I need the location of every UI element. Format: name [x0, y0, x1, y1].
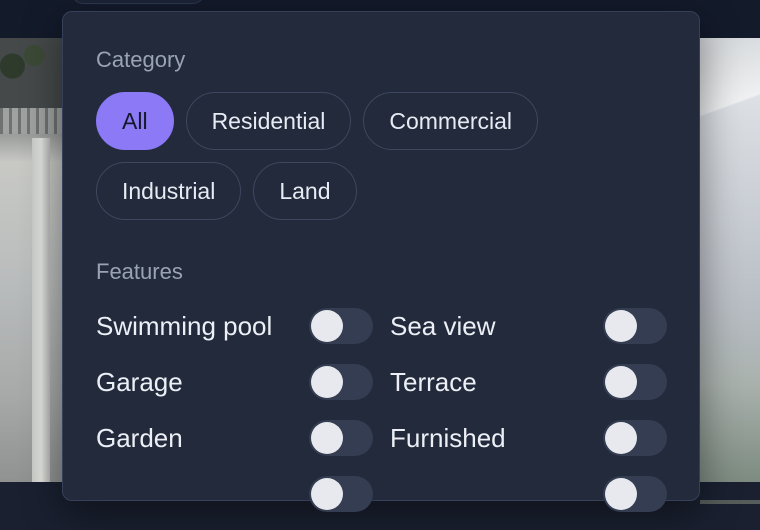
swimming-pool-toggle[interactable]: [309, 308, 373, 344]
feature-garage: Garage: [96, 362, 296, 402]
category-chips: All Residential Commercial Industrial La…: [96, 92, 656, 220]
feature-toggles: Swimming pool Sea view Garage Terrace Ga…: [96, 306, 670, 530]
feature-garden: Garden: [96, 418, 296, 458]
toggle-knob: [311, 422, 343, 454]
feature-row-partial: [96, 474, 670, 530]
top-bar-filter-pill[interactable]: [72, 0, 204, 4]
furnished-toggle[interactable]: [603, 420, 667, 456]
feature-row: Swimming pool Sea view: [96, 306, 670, 362]
feature-label: Garden: [96, 422, 183, 453]
feature-label: Garage: [96, 366, 183, 397]
category-chip-land[interactable]: Land: [253, 162, 357, 220]
toggle-knob: [605, 478, 637, 510]
garage-toggle[interactable]: [309, 364, 373, 400]
toggle-knob: [605, 366, 637, 398]
feature-terrace: Terrace: [390, 362, 590, 402]
feature-label: Sea view: [390, 310, 496, 341]
category-chip-industrial[interactable]: Industrial: [96, 162, 242, 220]
feature-toggle[interactable]: [603, 476, 667, 512]
category-chip-residential[interactable]: Residential: [185, 92, 352, 150]
roof-overhang: [700, 38, 760, 188]
feature-swimming-pool: Swimming pool: [96, 306, 296, 346]
feature-toggle[interactable]: [309, 476, 373, 512]
toggle-knob: [311, 366, 343, 398]
feature-label: Terrace: [390, 366, 477, 397]
feature-furnished: Furnished: [390, 418, 590, 458]
foliage: [0, 38, 62, 108]
features-section-title: Features: [96, 259, 183, 284]
category-chip-commercial[interactable]: Commercial: [363, 92, 539, 150]
toggle-knob: [311, 478, 343, 510]
background-photo-left: [0, 38, 62, 482]
building-column: [32, 138, 50, 482]
category-section-title: Category: [96, 47, 186, 72]
filter-panel: Category All Residential Commercial Indu…: [62, 11, 700, 512]
toggle-knob: [311, 310, 343, 342]
toggle-knob: [605, 310, 637, 342]
terrace-railing: [700, 500, 760, 504]
balcony-railing: [0, 108, 62, 134]
feature-label: Swimming pool: [96, 310, 273, 341]
toggle-knob: [605, 422, 637, 454]
background-photo-right: [700, 38, 760, 504]
feature-label: Furnished: [390, 422, 506, 453]
garden-toggle[interactable]: [309, 420, 373, 456]
feature-row: Garage Terrace: [96, 362, 670, 418]
sea-view-toggle[interactable]: [603, 308, 667, 344]
feature-row: Garden Furnished: [96, 418, 670, 474]
category-chip-all[interactable]: All: [96, 92, 174, 150]
terrace-toggle[interactable]: [603, 364, 667, 400]
feature-sea-view: Sea view: [390, 306, 590, 346]
